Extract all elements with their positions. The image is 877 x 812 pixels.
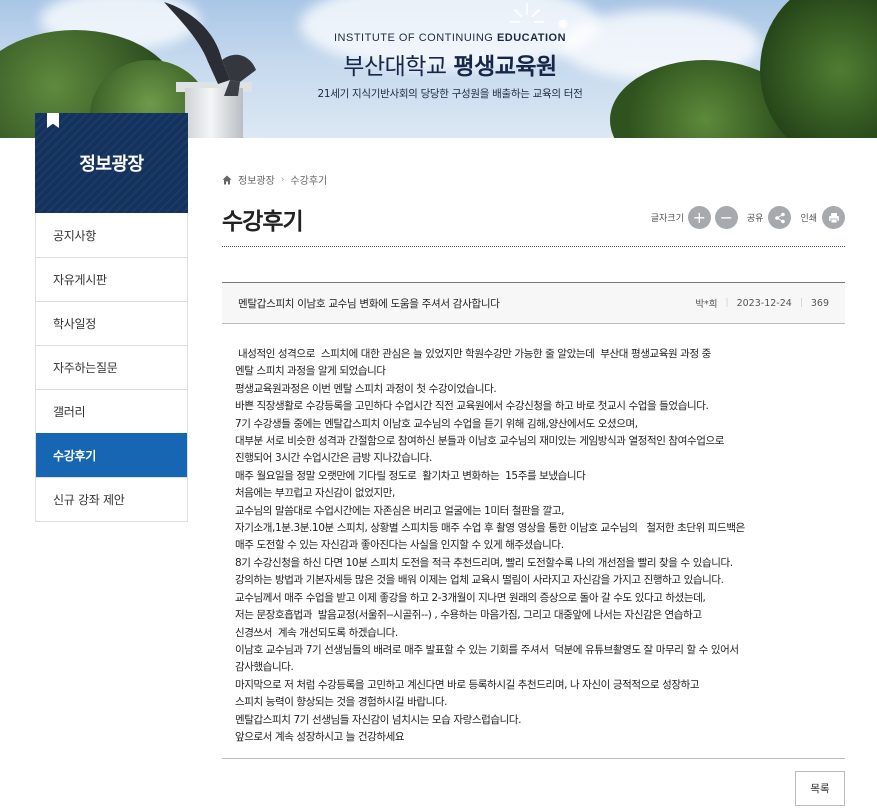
post-meta: 박*희 | 2023-12-24 | 369 (695, 296, 829, 311)
sidebar-item-course-proposal[interactable]: 신규 강좌 제안 (36, 477, 187, 521)
post-header: 멘탈갑스피치 이남호 교수님 변화에 도움을 주셔서 감사합니다 박*희 | 2… (222, 282, 845, 324)
breadcrumb-item-info[interactable]: 정보광장 (238, 172, 275, 187)
font-size-label: 글자크기 (650, 214, 684, 224)
meta-divider: | (725, 298, 729, 308)
post-author: 박*희 (695, 299, 718, 310)
chevron-right-icon: › (280, 174, 285, 185)
share-icon (775, 212, 785, 223)
institute-english-name: INSTITUTE OF CONTINUING EDUCATION (333, 32, 567, 44)
print-label: 인쇄 (800, 214, 817, 224)
meta-divider: | (799, 298, 803, 308)
zoom-out-button[interactable]: − (714, 206, 738, 229)
page-title: 수강후기 (222, 209, 304, 235)
bookmark-icon (47, 113, 59, 128)
print-icon (828, 212, 839, 223)
print-button[interactable] (822, 206, 845, 229)
share-label: 공유 (746, 214, 764, 224)
sidebar-menu: 공지사항 자유게시판 학사일정 자주하는질문 갤러리 수강후기 신규 강좌 제안 (35, 213, 188, 522)
institute-name[interactable]: 부산대학교 평생교육원 (300, 47, 600, 81)
eagle-statue-icon (164, 2, 256, 96)
title-divider (222, 246, 845, 247)
share-button[interactable] (768, 206, 792, 229)
sidebar-heading: 정보광장 (35, 113, 188, 213)
post-divider (222, 758, 845, 759)
post-date: 2023-12-24 (736, 297, 792, 309)
sidebar-item-reviews[interactable]: 수강후기 (36, 433, 187, 477)
post-title: 멘탈갑스피치 이남호 교수님 변화에 도움을 주셔서 감사합니다 (238, 297, 500, 310)
sidebar-heading-label: 정보광장 (79, 154, 144, 175)
breadcrumb-item-reviews[interactable]: 수강후기 (290, 172, 327, 187)
sidebar-item-gallery[interactable]: 갤러리 (36, 389, 187, 433)
post-body: 내성적인 성격으로 스피치에 대한 관심은 늘 있었지만 학원수강만 가능한 줄… (235, 348, 745, 743)
institute-slogan: 21세기 지식기반사회의 당당한 구성원을 배출하는 교육의 터전 (317, 88, 583, 100)
list-button[interactable]: 목록 (795, 771, 845, 806)
home-icon[interactable] (222, 175, 232, 185)
sidebar-item-notice[interactable]: 공지사항 (36, 213, 187, 257)
sidebar-item-faq[interactable]: 자주하는질문 (36, 345, 187, 389)
sidebar-item-schedule[interactable]: 학사일정 (36, 301, 187, 345)
page-tools: 글자크기 + − 공유 인쇄 (651, 206, 845, 229)
breadcrumb: 정보광장 › 수강후기 (222, 172, 327, 187)
sidebar-item-free-board[interactable]: 자유게시판 (36, 257, 187, 301)
zoom-in-button[interactable]: + (687, 206, 711, 229)
post-views: 369 (810, 297, 829, 309)
